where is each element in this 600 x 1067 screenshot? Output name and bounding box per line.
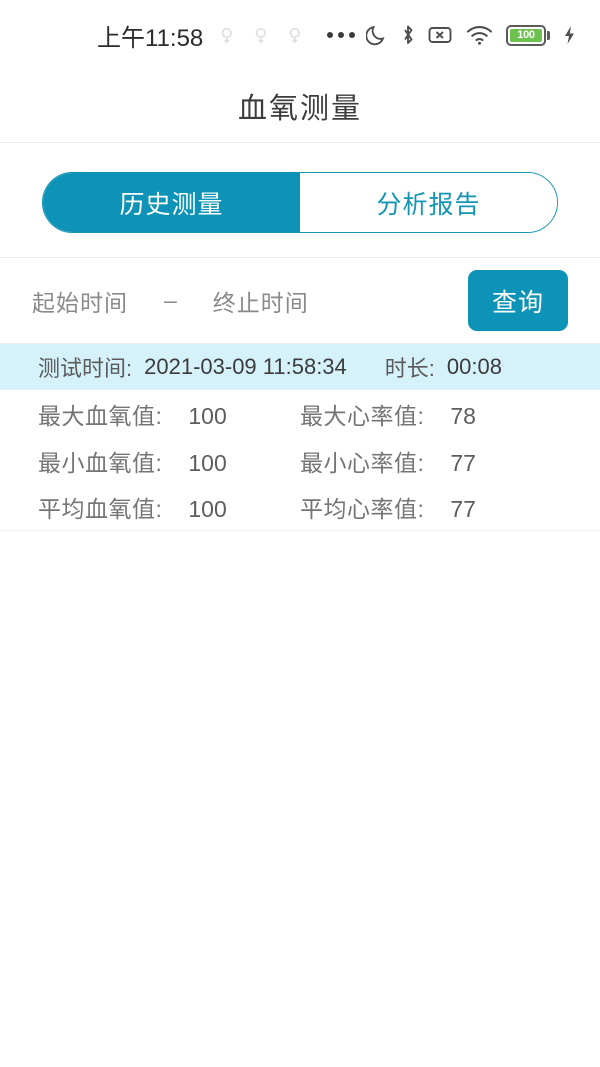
min-spo2-cell: 最小血氧值: 100 <box>38 444 300 478</box>
tab-bar: 历史测量 分析报告 <box>42 172 558 233</box>
max-heart-rate-cell: 最大心率值: 78 <box>300 397 476 431</box>
min-spo2-value: 100 <box>188 449 227 476</box>
do-not-disturb-moon-icon <box>366 25 385 46</box>
avg-heart-rate-value: 77 <box>450 496 476 522</box>
table-row: 最小血氧值: 100 最小心率值: 77 <box>0 437 600 484</box>
table-row: 最大血氧值: 100 最大心率值: 78 <box>0 390 600 437</box>
tab-history-measurement[interactable]: 历史测量 <box>43 173 300 232</box>
avg-heart-rate-label: 平均心率值: <box>300 496 425 522</box>
min-heart-rate-label: 最小心率值: <box>300 449 425 476</box>
charging-bolt-icon <box>565 26 574 44</box>
dot <box>327 32 334 38</box>
tab-label: 分析报告 <box>376 190 481 219</box>
battery-percent-label: 100 <box>517 28 535 41</box>
start-time-input[interactable]: 起始时间 <box>32 284 128 318</box>
test-time-value: 2021-03-09 11:58:34 <box>144 354 347 379</box>
notification-dot-icon <box>255 27 267 43</box>
title-bar: 血氧测量 <box>0 70 600 143</box>
battery-fill: 100 <box>510 28 542 42</box>
dot <box>338 32 345 38</box>
max-spo2-label: 最大血氧值: <box>38 402 163 429</box>
min-heart-rate-value: 77 <box>450 449 476 476</box>
dot <box>349 32 356 38</box>
battery-body: 100 <box>506 24 546 46</box>
date-filter-bar: 起始时间 – 终止时间 查询 <box>0 258 600 344</box>
record-header-row[interactable]: 测试时间: 2021-03-09 11:58:34 时长: 00:08 <box>0 344 600 390</box>
status-bar-right: 100 <box>366 23 576 47</box>
tab-bar-container: 历史测量 分析报告 <box>0 143 600 258</box>
battery-icon: 100 <box>506 24 550 46</box>
duration-value: 00:08 <box>446 354 502 379</box>
min-heart-rate-cell: 最小心率值: 77 <box>300 444 476 478</box>
max-spo2-cell: 最大血氧值: 100 <box>38 397 300 431</box>
page-title: 血氧测量 <box>237 93 362 125</box>
avg-spo2-label: 平均血氧值: <box>38 496 163 522</box>
notification-dot-icon <box>221 27 233 43</box>
date-range-separator: – <box>164 287 177 313</box>
max-spo2-value: 100 <box>188 402 227 429</box>
test-time-label: 测试时间: <box>38 356 133 381</box>
battery-cap <box>547 30 550 40</box>
status-bar-left: 上午11:58 <box>97 18 356 53</box>
wifi-icon <box>466 25 493 45</box>
query-button[interactable]: 查询 <box>468 270 568 331</box>
max-heart-rate-label: 最大心率值: <box>300 402 425 429</box>
notification-icons-group <box>220 26 305 45</box>
duration-label: 时长: <box>384 356 435 381</box>
notification-dot-icon <box>289 27 301 43</box>
avg-heart-rate-cell: 平均心率值: 77 <box>300 490 476 524</box>
table-row: 平均血氧值: 100 平均心率值: 77 <box>0 484 600 531</box>
more-dots-icon <box>327 32 356 38</box>
end-time-input[interactable]: 终止时间 <box>213 284 309 318</box>
avg-spo2-cell: 平均血氧值: 100 <box>38 490 300 524</box>
tab-analysis-report[interactable]: 分析报告 <box>300 173 557 232</box>
min-spo2-label: 最小血氧值: <box>38 449 163 476</box>
tab-label: 历史测量 <box>119 190 224 219</box>
bluetooth-icon <box>404 25 413 44</box>
no-sim-icon <box>428 27 452 43</box>
max-heart-rate-value: 78 <box>450 402 476 429</box>
status-bar: 上午11:58 100 <box>0 0 600 70</box>
avg-spo2-value: 100 <box>188 496 227 522</box>
measurement-record[interactable]: 测试时间: 2021-03-09 11:58:34 时长: 00:08 最大血氧… <box>0 344 600 531</box>
status-bar-clock: 上午11:58 <box>97 24 204 52</box>
